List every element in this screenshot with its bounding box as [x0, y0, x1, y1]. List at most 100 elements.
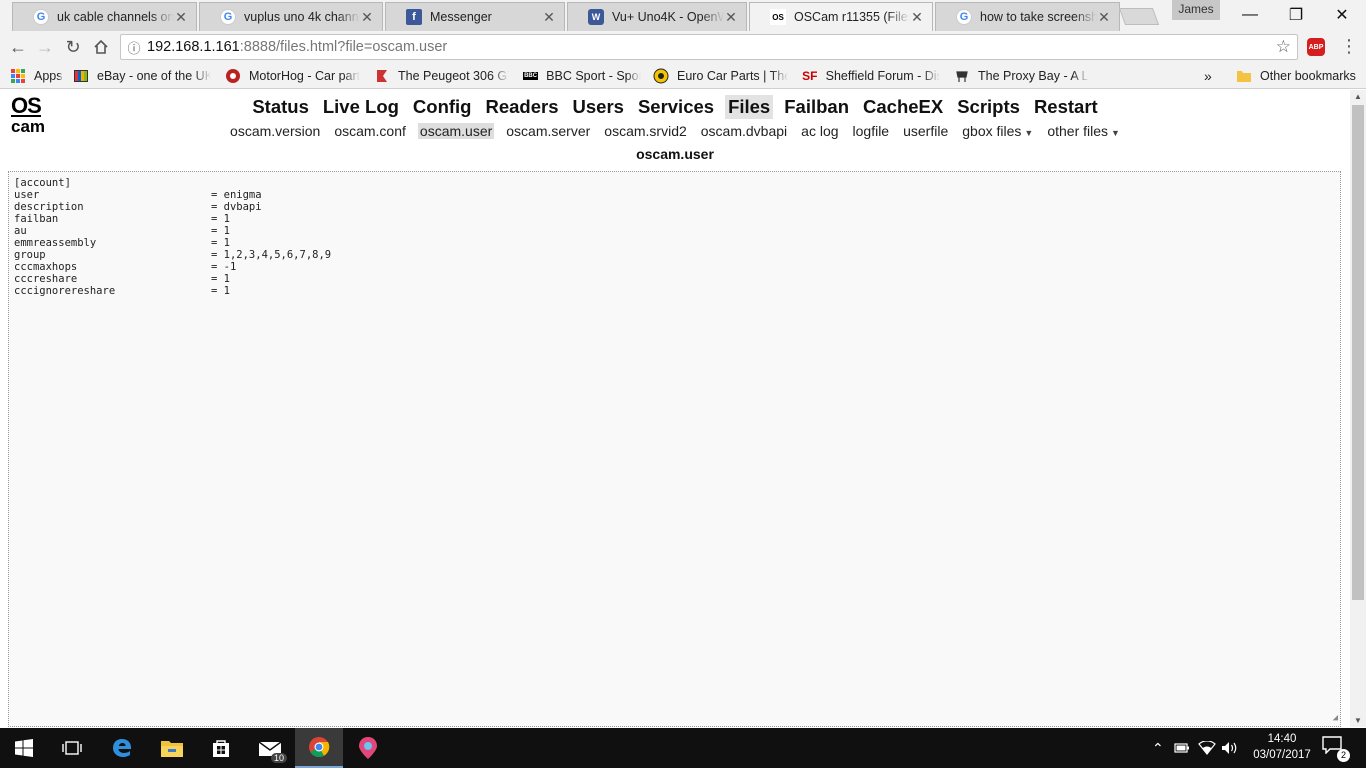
restore-button[interactable]: ❐: [1273, 0, 1319, 30]
bookmarks-bar: Apps eBay - one of the UK MotorHog - Car p…: [0, 63, 1366, 89]
config-value: = dvbapi: [211, 201, 262, 213]
config-key: description: [14, 201, 84, 213]
resize-handle-icon[interactable]: ◢: [1333, 712, 1338, 724]
forward-icon[interactable]: →: [34, 36, 56, 58]
wifi-icon[interactable]: [1198, 728, 1216, 768]
browser-tab[interactable]: OS OSCam r11355 (Files) ✕: [749, 2, 933, 31]
battery-icon[interactable]: [1174, 728, 1190, 768]
adblock-plus-icon[interactable]: ABP: [1307, 38, 1325, 56]
bookmark-item[interactable]: Apps: [10, 67, 63, 85]
bookmark-item[interactable]: SF Sheffield Forum - Dis: [802, 67, 940, 85]
nav-readers[interactable]: Readers: [482, 95, 561, 119]
browser-menu-icon[interactable]: ⋮: [1340, 35, 1358, 59]
info-icon[interactable]: ⓘ: [121, 38, 147, 57]
volume-icon[interactable]: [1221, 728, 1239, 768]
subnav-label: userfile: [903, 123, 949, 139]
other-bookmarks-folder[interactable]: Other bookmarks: [1236, 67, 1356, 85]
config-key: group: [14, 249, 46, 261]
main-nav: Status Live Log Config Readers Users Services…: [0, 95, 1350, 119]
bookmark-item[interactable]: The Peugeot 306 GTi: [374, 67, 509, 85]
proxybay-icon: [954, 68, 970, 84]
clock-date: 03/07/2017: [1253, 749, 1311, 761]
file-explorer-icon[interactable]: [148, 728, 196, 768]
file-title: oscam.user: [636, 146, 714, 162]
scroll-down-icon[interactable]: ▼: [1354, 716, 1362, 725]
chrome-icon[interactable]: [295, 728, 343, 768]
subnav-oscam-user[interactable]: oscam.user: [417, 123, 495, 139]
browser-tab[interactable]: W Vu+ Uno4K - OpenWebif✕: [567, 2, 747, 31]
start-windows-icon[interactable]: [0, 728, 48, 768]
bookmark-item[interactable]: eBay - one of the UK: [73, 67, 211, 85]
action-center-icon[interactable]: 2: [1322, 736, 1350, 762]
subnav-other-files[interactable]: other files ▼: [1045, 123, 1122, 139]
close-tab-icon[interactable]: ✕: [174, 9, 188, 26]
config-key: cccignorereshare: [14, 285, 116, 297]
subnav-oscam-srvid2[interactable]: oscam.srvid2: [602, 123, 688, 139]
bookmark-star-icon[interactable]: ☆: [1276, 37, 1291, 57]
config-line: user = enigma: [14, 189, 1335, 201]
config-value: = 1: [211, 213, 230, 225]
scroll-thumb[interactable]: [1352, 105, 1364, 600]
browser-tab[interactable]: Ghow to take screenshot ✕: [935, 2, 1120, 31]
browser-toolbar: ← → ↻ ⓘ 192.168.1.161:8888/files.html?fi…: [0, 31, 1366, 63]
scroll-up-icon[interactable]: ▲: [1354, 92, 1362, 101]
nav-config[interactable]: Config: [410, 95, 475, 119]
nav-files[interactable]: Files: [725, 95, 774, 119]
subnav-label: oscam.version: [230, 123, 321, 139]
subnav-userfile[interactable]: userfile: [901, 123, 950, 139]
close-tab-icon[interactable]: ✕: [910, 9, 924, 26]
new-tab-button[interactable]: [1118, 8, 1160, 25]
subnav-oscam-server[interactable]: oscam.server: [504, 123, 592, 139]
nav-scripts[interactable]: Scripts: [954, 95, 1023, 119]
browser-tab[interactable]: f Messenger ✕: [385, 2, 565, 31]
subnav-label: oscam.conf: [334, 123, 406, 139]
nav-failban[interactable]: Failban: [781, 95, 852, 119]
subnav-oscam-version[interactable]: oscam.version: [228, 123, 322, 139]
home-icon[interactable]: [90, 36, 112, 58]
nav-services[interactable]: Services: [635, 95, 717, 119]
close-window-button[interactable]: ✕: [1319, 0, 1365, 30]
bookmark-item[interactable]: Euro Car Parts | The U: [653, 67, 788, 85]
subnav-oscam-dvbapi[interactable]: oscam.dvbapi: [699, 123, 789, 139]
edge-browser-icon[interactable]: [98, 728, 146, 768]
address-bar[interactable]: ⓘ 192.168.1.161:8888/files.html?file=osc…: [120, 34, 1298, 60]
browser-tab[interactable]: Guk cable channels on tv✕: [12, 2, 197, 31]
close-tab-icon[interactable]: ✕: [724, 9, 738, 26]
page-scrollbar[interactable]: ▲ ▼: [1350, 90, 1366, 727]
tab-title: OSCam r11355 (Files): [794, 10, 910, 24]
nav-cacheex[interactable]: CacheEX: [860, 95, 946, 119]
tab-title: how to take screenshot: [980, 10, 1097, 24]
subnav-ac-log[interactable]: ac log: [799, 123, 840, 139]
system-clock[interactable]: 14:40 03/07/2017: [1252, 731, 1312, 763]
nav-live-log[interactable]: Live Log: [320, 95, 402, 119]
bookmark-item[interactable]: The Proxy Bay - A List: [954, 67, 1089, 85]
reload-icon[interactable]: ↻: [62, 36, 84, 58]
bookmark-label: eBay - one of the UK: [97, 69, 211, 83]
close-tab-icon[interactable]: ✕: [360, 9, 374, 26]
nav-status[interactable]: Status: [249, 95, 312, 119]
close-tab-icon[interactable]: ✕: [542, 9, 556, 26]
close-tab-icon[interactable]: ✕: [1097, 9, 1111, 26]
browser-tab[interactable]: Gvuplus uno 4k channels✕: [199, 2, 383, 31]
nav-users[interactable]: Users: [570, 95, 627, 119]
bookmark-item[interactable]: BBC BBC Sport - Sport: [523, 67, 641, 85]
task-view-icon[interactable]: [48, 728, 96, 768]
facebook-icon: f: [406, 9, 422, 25]
subnav-gbox-files[interactable]: gbox files ▼: [960, 123, 1035, 139]
bookmark-item[interactable]: MotorHog - Car parts: [225, 67, 360, 85]
section-header: [account]: [14, 177, 71, 189]
minimize-button[interactable]: —: [1227, 0, 1273, 30]
nav-restart[interactable]: Restart: [1031, 95, 1101, 119]
back-icon[interactable]: ←: [7, 36, 29, 58]
profile-button[interactable]: James: [1172, 0, 1220, 20]
google-icon: G: [33, 9, 49, 25]
show-hidden-icons-icon[interactable]: ⌃: [1152, 728, 1164, 768]
store-icon[interactable]: [197, 728, 245, 768]
subnav-oscam-conf[interactable]: oscam.conf: [332, 123, 408, 139]
config-key: cccmaxhops: [14, 261, 78, 273]
more-bookmarks-button[interactable]: »: [1204, 67, 1212, 85]
file-editor-textarea[interactable]: [account] user = enigma description = dvbap…: [8, 171, 1341, 727]
maps-pin-icon[interactable]: [344, 728, 392, 768]
mail-icon[interactable]: 10: [246, 728, 294, 768]
subnav-logfile[interactable]: logfile: [851, 123, 892, 139]
